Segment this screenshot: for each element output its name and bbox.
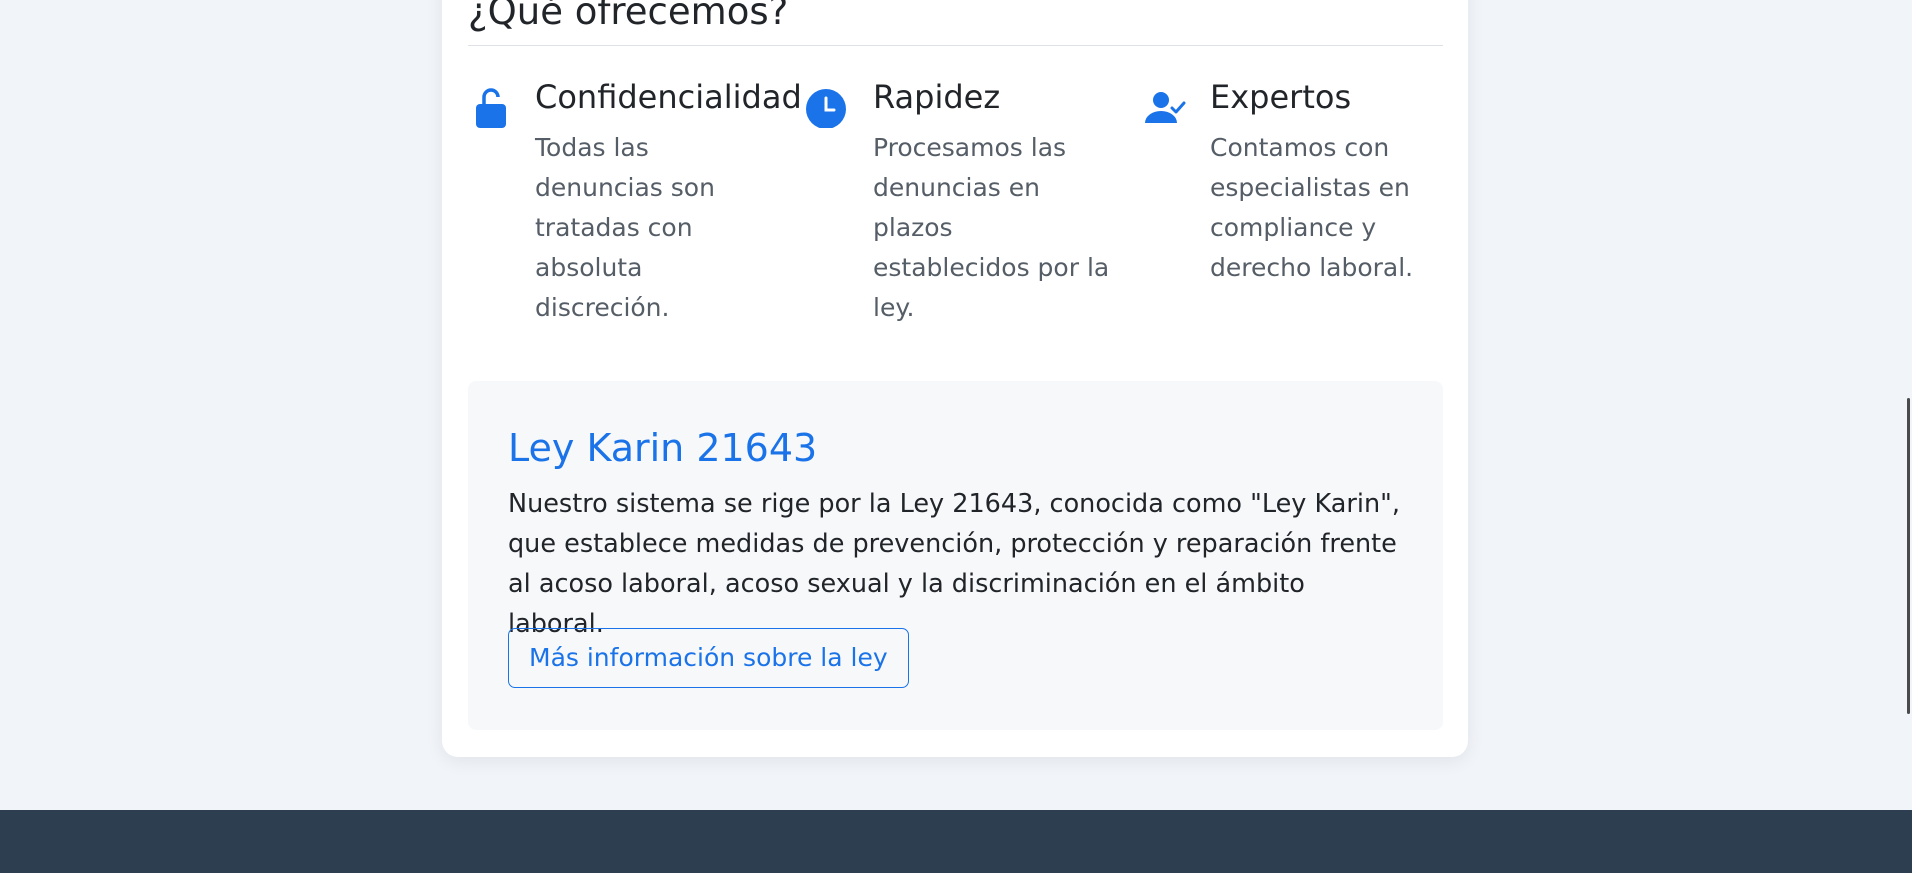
feature-description: Todas las denuncias son tratadas con abs… xyxy=(535,133,715,322)
section-divider xyxy=(468,45,1443,46)
feature-title: Expertos xyxy=(1210,78,1352,116)
footer xyxy=(0,810,1912,873)
law-title: Ley Karin 21643 xyxy=(508,426,818,470)
lock-icon xyxy=(468,82,514,128)
feature-description: Procesamos las denuncias en plazos estab… xyxy=(873,133,1110,322)
page: ¿Qué ofrecemos? Confidencialidad Todas l… xyxy=(0,0,1912,873)
more-info-button[interactable]: Más información sobre la ley xyxy=(508,628,909,688)
user-check-icon xyxy=(1143,82,1189,128)
scrollbar-thumb[interactable] xyxy=(1907,398,1910,714)
feature-title: Rapidez xyxy=(873,78,1001,116)
law-description: Nuestro sistema se rige por la Ley 21643… xyxy=(508,489,1400,639)
section-title: ¿Qué ofrecemos? xyxy=(468,0,789,33)
feature-title: Confidencialidad xyxy=(535,78,802,116)
feature-description: Contamos con especialistas en compliance… xyxy=(1210,133,1414,282)
clock-icon xyxy=(806,82,852,129)
